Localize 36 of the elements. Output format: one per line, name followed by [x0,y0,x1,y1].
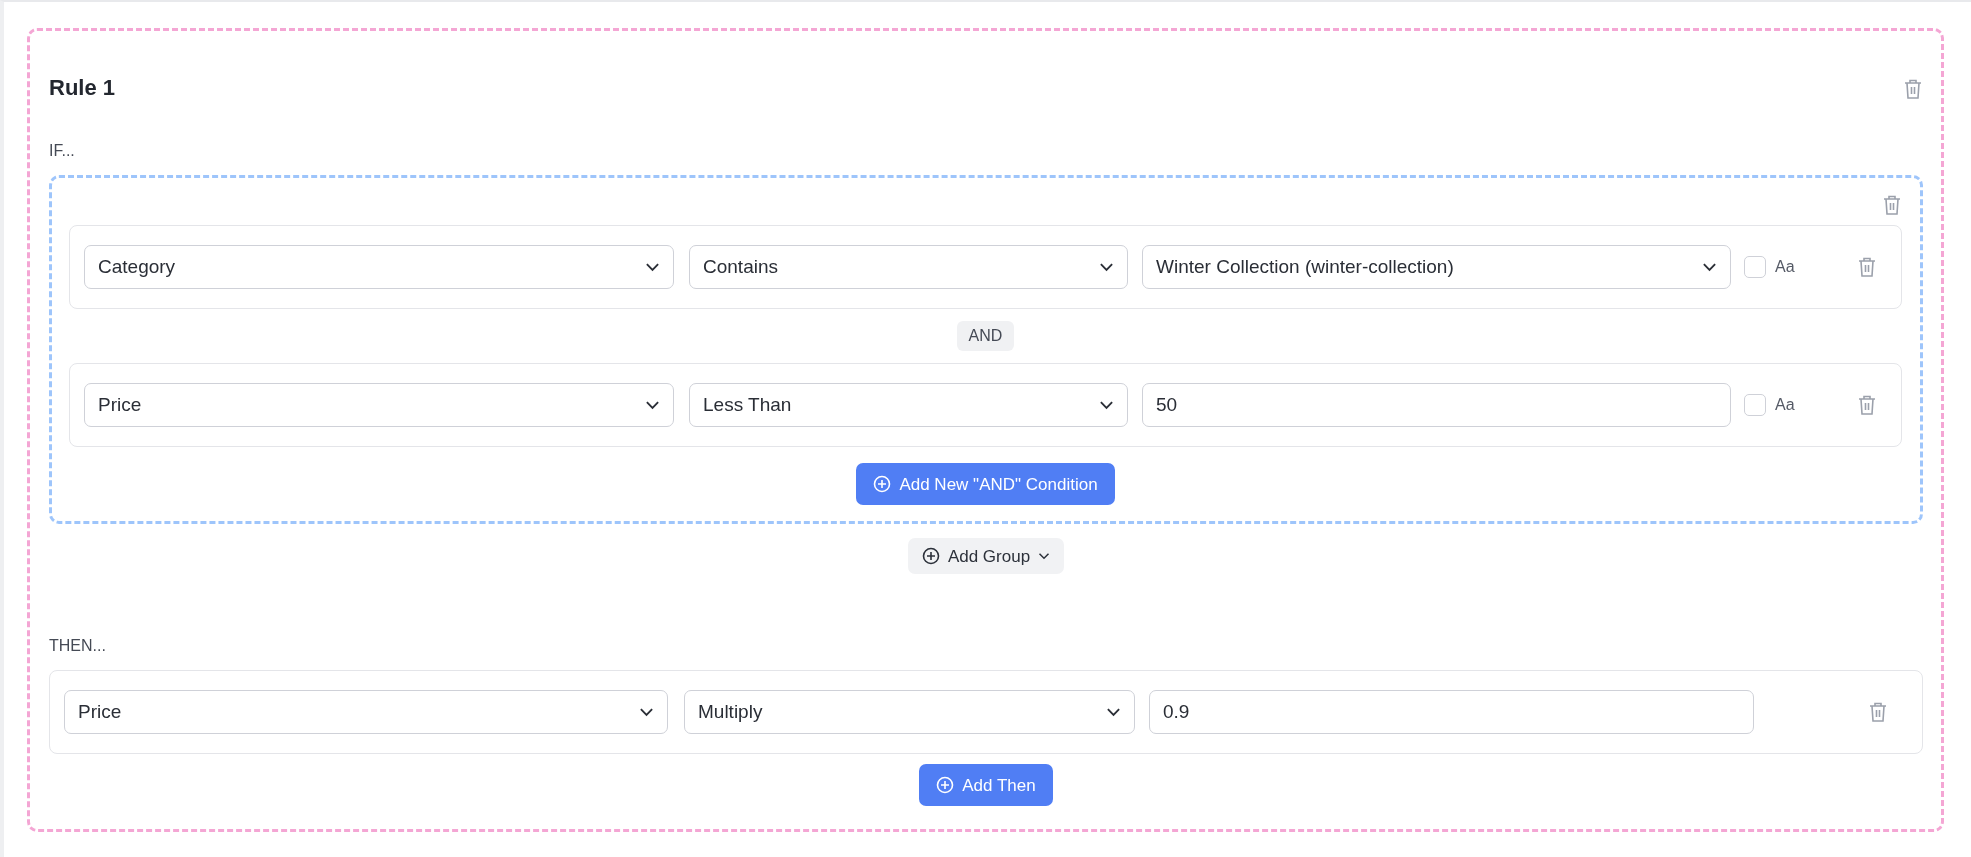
plus-circle-icon [921,547,940,566]
delete-icon[interactable] [1857,256,1877,279]
chevron-down-icon [1038,551,1051,562]
chevron-down-icon [639,707,654,718]
chevron-down-icon [1702,262,1717,273]
rule-title: Rule 1 [49,75,116,102]
case-label: Aa [1775,395,1795,416]
if-label: IF... [49,141,76,162]
field-select[interactable]: Category [84,245,674,290]
chevron-down-icon [1106,707,1121,718]
operation-select[interactable]: Multiply [684,690,1135,735]
chevron-down-icon [645,400,660,411]
delete-icon[interactable] [1903,77,1923,100]
delete-icon[interactable] [1882,194,1902,217]
case-label: Aa [1775,257,1795,278]
then-label: THEN... [49,636,107,657]
value-input[interactable]: 0.9 [1149,690,1754,735]
plus-circle-icon [936,776,955,795]
value-select[interactable]: Winter Collection (winter-collection) [1142,245,1731,290]
add-group-button[interactable]: Add Group [907,538,1065,575]
chevron-down-icon [1099,262,1114,273]
value-input[interactable]: 50 [1142,383,1731,428]
add-condition-button[interactable]: Add New "AND" Condition [856,463,1115,506]
operator-select[interactable]: Less Than [689,383,1128,428]
and-label: AND [956,321,1015,352]
chevron-down-icon [1099,400,1114,411]
case-checkbox[interactable] [1744,394,1766,417]
add-then-button[interactable]: Add Then [919,764,1053,807]
field-select[interactable]: Price [84,383,674,428]
plus-circle-icon [873,475,892,494]
field-select[interactable]: Price [64,690,668,735]
chevron-down-icon [645,262,660,273]
case-checkbox[interactable] [1744,256,1766,279]
delete-icon[interactable] [1868,701,1888,724]
operator-select[interactable]: Contains [689,245,1128,290]
delete-icon[interactable] [1857,394,1877,417]
